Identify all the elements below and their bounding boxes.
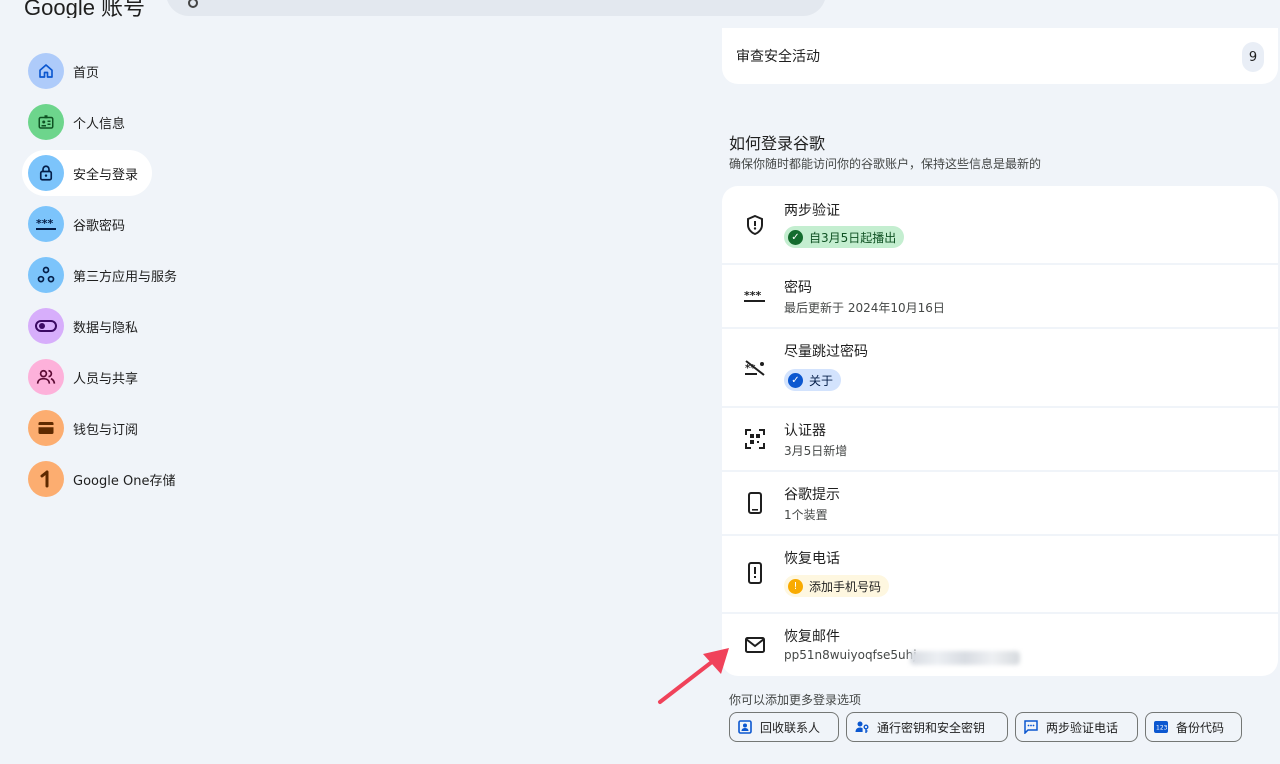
row-subtitle: 1个装置	[784, 508, 828, 522]
mail-icon	[744, 634, 766, 656]
status-chip: ! 添加手机号码	[784, 575, 890, 597]
number-badge-icon: 123	[1154, 720, 1168, 734]
wallet-icon	[28, 410, 64, 446]
check-circle-icon: ✓	[788, 229, 803, 245]
status-chip: ✓ 自3月5日起播出	[784, 226, 905, 248]
sidebar-item-people-sharing[interactable]: 人员与共享	[22, 354, 152, 400]
row-subtitle: pp51n8wuiyoqfse5uhj	[784, 648, 917, 662]
top-bar: Google 账号	[0, 0, 1280, 20]
contact-icon	[738, 720, 752, 734]
row-password[interactable]: *** 密码 最后更新于 2024年10月16日	[722, 265, 1278, 327]
svg-text:**: **	[745, 363, 756, 374]
lock-icon	[28, 155, 64, 191]
sidebar-item-passwords[interactable]: *** 谷歌密码	[22, 201, 139, 247]
google-one-icon	[28, 461, 64, 497]
sidebar-item-google-one[interactable]: Google One存储	[22, 456, 189, 502]
phone-alert-icon	[744, 562, 766, 584]
sidebar-item-label: 第三方应用与服务	[73, 269, 178, 285]
review-security-activity[interactable]: 审查安全活动 9	[722, 28, 1278, 84]
sidebar-item-third-party[interactable]: 第三方应用与服务	[22, 252, 191, 298]
row-title: 密码	[784, 280, 812, 296]
activity-count-badge: 9	[1242, 42, 1264, 72]
redacted-text	[910, 651, 1020, 665]
signin-section-subtitle: 确保你随时都能访问你的谷歌账户，保持这些信息是最新的	[729, 157, 1042, 171]
more-options-title: 你可以添加更多登录选项	[729, 693, 862, 707]
row-recovery-email[interactable]: 恢复邮件 pp51n8wuiyoqfse5uhj	[722, 614, 1278, 676]
row-title: 两步验证	[784, 203, 840, 219]
shield-icon	[744, 214, 766, 236]
home-icon	[28, 53, 64, 89]
chat-icon	[1024, 720, 1038, 734]
chip-label: 自3月5日起播出	[809, 230, 897, 245]
sidebar-item-data-privacy[interactable]: 数据与隐私	[22, 303, 152, 349]
row-skip-password[interactable]: ** 尽量跳过密码 ✓ 关于	[722, 329, 1278, 406]
people-icon	[28, 359, 64, 395]
sidebar-item-wallet[interactable]: 钱包与订阅	[22, 405, 152, 451]
id-card-icon	[28, 104, 64, 140]
search-input[interactable]	[166, 0, 826, 16]
sidebar-item-label: 谷歌密码	[73, 218, 126, 234]
check-circle-icon: ✓	[788, 372, 803, 388]
row-title: 谷歌提示	[784, 487, 840, 503]
phone-icon	[744, 492, 766, 514]
person-key-icon	[855, 720, 869, 734]
backup-codes-button[interactable]: 123 备份代码	[1145, 712, 1242, 742]
svg-text:123: 123	[1156, 725, 1168, 732]
row-subtitle: 最后更新于 2024年10月16日	[784, 301, 945, 315]
sidebar-item-personal-info[interactable]: 个人信息	[22, 99, 139, 145]
row-google-prompt[interactable]: 谷歌提示 1个装置	[722, 472, 1278, 534]
apps-icon	[28, 257, 64, 293]
no-password-icon: **	[744, 357, 766, 379]
sidebar-item-home[interactable]: 首页	[22, 48, 113, 94]
signin-section-title: 如何登录谷歌	[729, 134, 826, 153]
row-title: 恢复邮件	[784, 629, 840, 645]
two-step-phone-button[interactable]: 两步验证电话	[1015, 712, 1138, 742]
sidebar-item-label: 人员与共享	[73, 371, 139, 387]
row-two-step-verification[interactable]: 两步验证 ✓ 自3月5日起播出	[722, 186, 1278, 263]
sidebar-item-label: Google One存储	[73, 473, 176, 489]
row-title: 尽量跳过密码	[784, 344, 868, 360]
password-icon: ***	[28, 206, 64, 242]
chip-label: 添加手机号码	[809, 579, 882, 594]
sidebar-item-label: 安全与登录	[72, 167, 138, 183]
row-authenticator[interactable]: 认证器 3月5日新增	[722, 408, 1278, 470]
row-subtitle: 3月5日新增	[784, 444, 848, 458]
sidebar-item-label: 首页	[73, 65, 100, 81]
button-label: 备份代码	[1176, 720, 1225, 735]
qr-code-icon	[744, 428, 766, 450]
toggle-icon	[28, 308, 64, 344]
button-label: 回收联系人	[760, 720, 821, 735]
row-title: 恢复电话	[784, 551, 840, 567]
review-security-label: 审查安全活动	[736, 49, 820, 65]
sidebar-item-label: 个人信息	[73, 116, 126, 132]
warning-icon: !	[788, 578, 803, 594]
passkeys-button[interactable]: 通行密钥和安全密钥	[846, 712, 1008, 742]
password-icon: ***	[744, 285, 766, 307]
row-recovery-phone[interactable]: 恢复电话 ! 添加手机号码	[722, 536, 1278, 612]
sidebar-item-security[interactable]: 安全与登录	[22, 150, 152, 196]
sidebar-item-label: 钱包与订阅	[73, 422, 139, 438]
chip-label: 关于	[809, 373, 834, 388]
recovery-contact-button[interactable]: 回收联系人	[729, 712, 839, 742]
pointer-arrow	[658, 648, 729, 704]
row-title: 认证器	[784, 423, 826, 439]
button-label: 通行密钥和安全密钥	[877, 720, 986, 735]
sidebar-item-label: 数据与隐私	[73, 320, 139, 336]
button-label: 两步验证电话	[1046, 720, 1119, 735]
status-chip: ✓ 关于	[784, 369, 842, 391]
search-icon	[188, 0, 198, 8]
